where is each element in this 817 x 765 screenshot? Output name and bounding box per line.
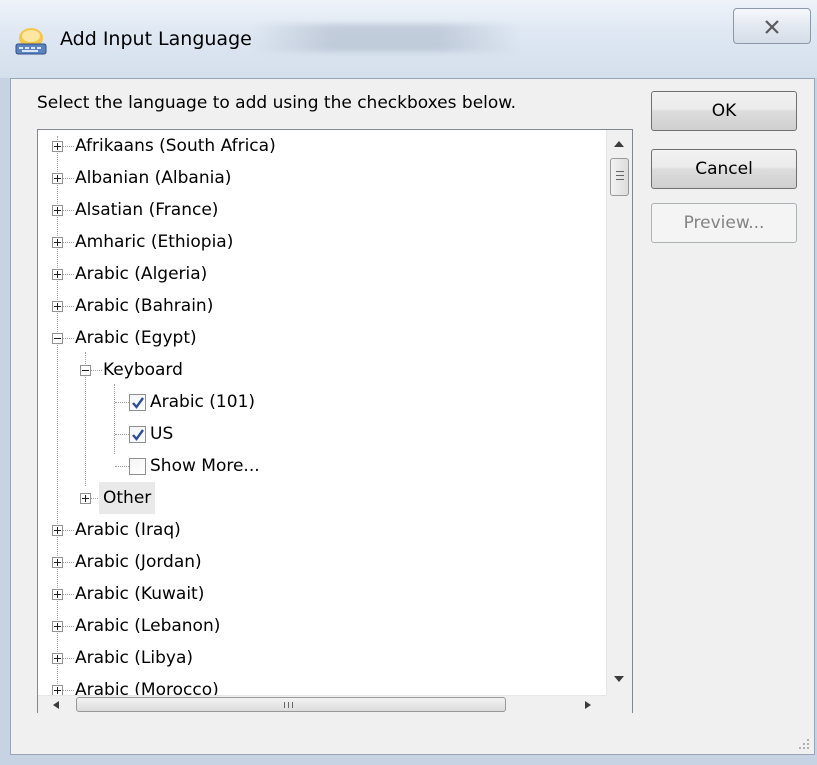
instruction-label: Select the language to add using the che…: [37, 93, 517, 113]
tree-item-label: Show More...: [150, 456, 260, 476]
preview-button: Preview...: [651, 203, 797, 243]
scrollbar-corner: [606, 695, 632, 713]
plus-box-icon[interactable]: [52, 269, 63, 280]
plus-box-icon[interactable]: [52, 685, 63, 695]
arrow-up-icon[interactable]: [613, 140, 625, 148]
tree-item-arabic-iraq[interactable]: Arabic (Iraq): [38, 514, 598, 546]
plus-box-icon[interactable]: [52, 301, 63, 312]
cancel-button[interactable]: Cancel: [651, 149, 797, 189]
tree-item-label: Albanian (Albania): [75, 168, 232, 188]
checkmark-icon: [132, 429, 144, 441]
horizontal-scroll-thumb[interactable]: [76, 697, 506, 712]
keyboard-language-icon: [15, 28, 47, 55]
title-bar-shadow: [250, 24, 520, 52]
tree-item-arabic-jordan[interactable]: Arabic (Jordan): [38, 546, 598, 578]
resize-grip-icon[interactable]: [797, 737, 811, 751]
tree-item-label: Arabic (Lebanon): [75, 616, 221, 636]
arrow-left-icon[interactable]: [52, 700, 60, 710]
tree-item-arabic-bahrain[interactable]: Arabic (Bahrain): [38, 290, 598, 322]
tree-item-amharic[interactable]: Amharic (Ethiopia): [38, 226, 598, 258]
dialog-client-area: Select the language to add using the che…: [10, 78, 815, 755]
tree-hline: [115, 434, 129, 435]
horizontal-scrollbar[interactable]: [38, 695, 606, 713]
tree-viewport: Afrikaans (South Africa) Albanian (Alban…: [38, 130, 606, 695]
tree-hline: [115, 466, 129, 467]
us-checkbox[interactable]: [129, 426, 146, 443]
show-more-checkbox[interactable]: [129, 458, 146, 475]
tree-item-label: Afrikaans (South Africa): [75, 136, 276, 156]
tree-item-arabic-kuwait[interactable]: Arabic (Kuwait): [38, 578, 598, 610]
checkmark-icon: [132, 397, 144, 409]
tree-item-albanian[interactable]: Albanian (Albania): [38, 162, 598, 194]
tree-item-label: Arabic (101): [150, 392, 256, 412]
arrow-right-icon[interactable]: [584, 700, 592, 710]
tree-item-label: Arabic (Algeria): [75, 264, 208, 284]
window-title: Add Input Language: [60, 28, 252, 50]
arrow-down-icon[interactable]: [613, 675, 625, 683]
tree-item-afrikaans[interactable]: Afrikaans (South Africa): [38, 130, 598, 162]
plus-box-icon[interactable]: [52, 621, 63, 632]
plus-box-icon[interactable]: [52, 173, 63, 184]
plus-box-icon[interactable]: [52, 205, 63, 216]
plus-box-icon[interactable]: [52, 141, 63, 152]
tree-item-label: Alsatian (France): [75, 200, 219, 220]
minus-box-icon[interactable]: [52, 333, 63, 344]
tree-item-arabic-101[interactable]: Arabic (101): [38, 386, 598, 418]
tree-item-us[interactable]: US: [38, 418, 598, 450]
plus-box-icon[interactable]: [52, 589, 63, 600]
tree-item-label: Keyboard: [103, 360, 183, 380]
tree-item-show-more[interactable]: Show More...: [38, 450, 598, 482]
plus-box-icon[interactable]: [80, 493, 91, 504]
plus-box-icon[interactable]: [52, 525, 63, 536]
plus-box-icon[interactable]: [52, 557, 63, 568]
tree-item-arabic-lebanon[interactable]: Arabic (Lebanon): [38, 610, 598, 642]
tree-item-label: Arabic (Iraq): [75, 520, 181, 540]
tree-item-label: Arabic (Jordan): [75, 552, 202, 572]
tree-item-label: Arabic (Egypt): [75, 328, 197, 348]
minus-box-icon[interactable]: [80, 365, 91, 376]
arabic-101-checkbox[interactable]: [129, 394, 146, 411]
tree-item-label: Amharic (Ethiopia): [75, 232, 234, 252]
tree-item-arabic-algeria[interactable]: Arabic (Algeria): [38, 258, 598, 290]
tree-item-label: US: [150, 424, 174, 444]
tree-hline: [115, 402, 129, 403]
tree-item-label: Arabic (Libya): [75, 648, 194, 668]
vertical-scrollbar[interactable]: [606, 130, 632, 695]
title-bar[interactable]: Add Input Language: [0, 0, 817, 78]
plus-box-icon[interactable]: [52, 237, 63, 248]
tree-item-arabic-libya[interactable]: Arabic (Libya): [38, 642, 598, 674]
tree-item-alsatian[interactable]: Alsatian (France): [38, 194, 598, 226]
tree-item-label: Arabic (Bahrain): [75, 296, 214, 316]
close-icon: [765, 20, 779, 34]
close-button[interactable]: [733, 8, 811, 44]
ok-button[interactable]: OK: [651, 91, 797, 131]
tree-item-label: Other: [99, 482, 156, 514]
tree-item-arabic-egypt[interactable]: Arabic (Egypt): [38, 322, 598, 354]
plus-box-icon[interactable]: [52, 653, 63, 664]
vertical-scroll-thumb[interactable]: [610, 158, 629, 196]
language-tree[interactable]: Afrikaans (South Africa) Albanian (Alban…: [37, 129, 633, 713]
tree-item-arabic-morocco[interactable]: Arabic (Morocco): [38, 674, 598, 695]
tree-item-label: Arabic (Morocco): [75, 680, 219, 695]
tree-item-keyboard[interactable]: Keyboard: [38, 354, 598, 386]
tree-item-label: Arabic (Kuwait): [75, 584, 205, 604]
tree-item-other[interactable]: Other: [38, 482, 598, 514]
dialog-window: Add Input Language Select the language t…: [0, 0, 817, 765]
